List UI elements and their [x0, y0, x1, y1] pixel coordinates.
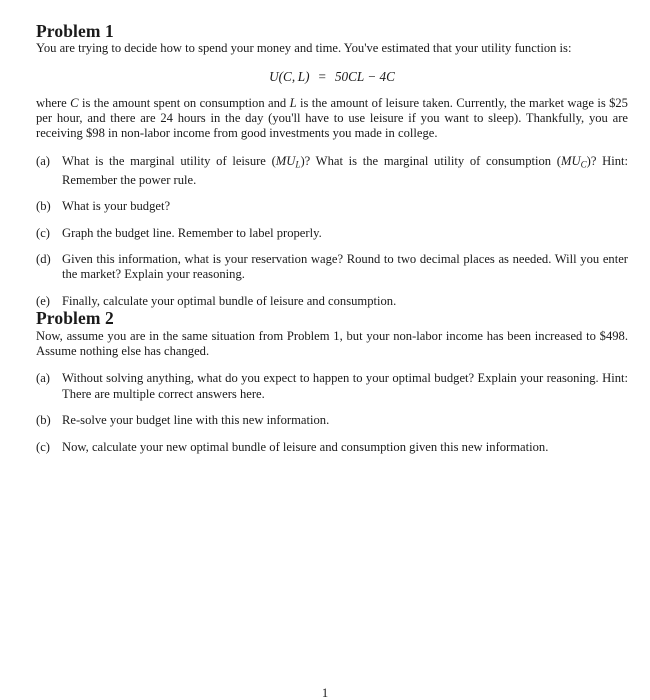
problem-1-setup-paragraph: where C is the amount spent on consumpti…: [36, 95, 628, 141]
list-item-marker: (b): [36, 199, 51, 214]
list-item-text: What is your budget?: [62, 199, 171, 214]
utility-function-equation: U(C, L) = 50CL − 4C: [36, 68, 628, 86]
page-number: 1: [321, 686, 329, 700]
equation-function-symbol: U: [269, 68, 279, 84]
list-item: (b) Re-solve your budget line with this …: [36, 413, 628, 428]
list-item-text: What is the marginal utility of leisure …: [62, 153, 628, 187]
list-item-marker: (d): [36, 252, 51, 267]
list-item: (a) Without solving anything, what do yo…: [36, 371, 628, 402]
list-item-text: Graph the budget line. Remember to label…: [62, 225, 322, 240]
list-item-text: Now, calculate your new optimal bundle o…: [62, 439, 549, 454]
problem-1-question-list: (a) What is the marginal utility of leis…: [36, 154, 628, 309]
list-item-text: Given this information, what is your res…: [62, 252, 628, 282]
list-item: (e) Finally, calculate your optimal bund…: [36, 294, 628, 309]
list-item-marker: (e): [36, 293, 50, 308]
section-heading-problem-2: Problem 2: [36, 308, 114, 329]
document-content: Problem 1 You are trying to decide how t…: [36, 21, 628, 455]
list-item: (c) Now, calculate your new optimal bund…: [36, 440, 628, 455]
list-item: (a) What is the marginal utility of leis…: [36, 154, 628, 188]
list-item: (b) What is your budget?: [36, 199, 628, 214]
problem-1-intro-paragraph: You are trying to decide how to spend yo…: [36, 41, 572, 56]
list-item-text: Without solving anything, what do you ex…: [62, 371, 628, 401]
equation-relation: =: [318, 68, 326, 84]
equation-arguments: (C, L): [278, 68, 310, 84]
equation-lhs: U(C, L): [269, 69, 309, 84]
list-item: (c) Graph the budget line. Remember to l…: [36, 226, 628, 241]
list-item-marker: (a): [36, 371, 50, 386]
list-item-marker: (a): [36, 153, 50, 168]
list-item-text: Finally, calculate your optimal bundle o…: [62, 293, 397, 308]
list-item-text: Re-solve your budget line with this new …: [62, 413, 330, 428]
document-page: Problem 1 You are trying to decide how t…: [0, 0, 650, 700]
problem-2-question-list: (a) Without solving anything, what do yo…: [36, 371, 628, 455]
inline-var-c: C: [70, 95, 79, 110]
problem-2-intro-paragraph: Now, assume you are in the same situatio…: [36, 328, 628, 358]
section-heading-problem-1: Problem 1: [36, 21, 114, 41]
list-item: (d) Given this information, what is your…: [36, 252, 628, 283]
list-item-marker: (b): [36, 413, 51, 428]
list-item-marker: (c): [36, 439, 50, 454]
inline-var-l: L: [289, 95, 297, 110]
list-item-marker: (c): [36, 225, 50, 240]
equation-rhs: 50CL − 4C: [334, 68, 395, 84]
